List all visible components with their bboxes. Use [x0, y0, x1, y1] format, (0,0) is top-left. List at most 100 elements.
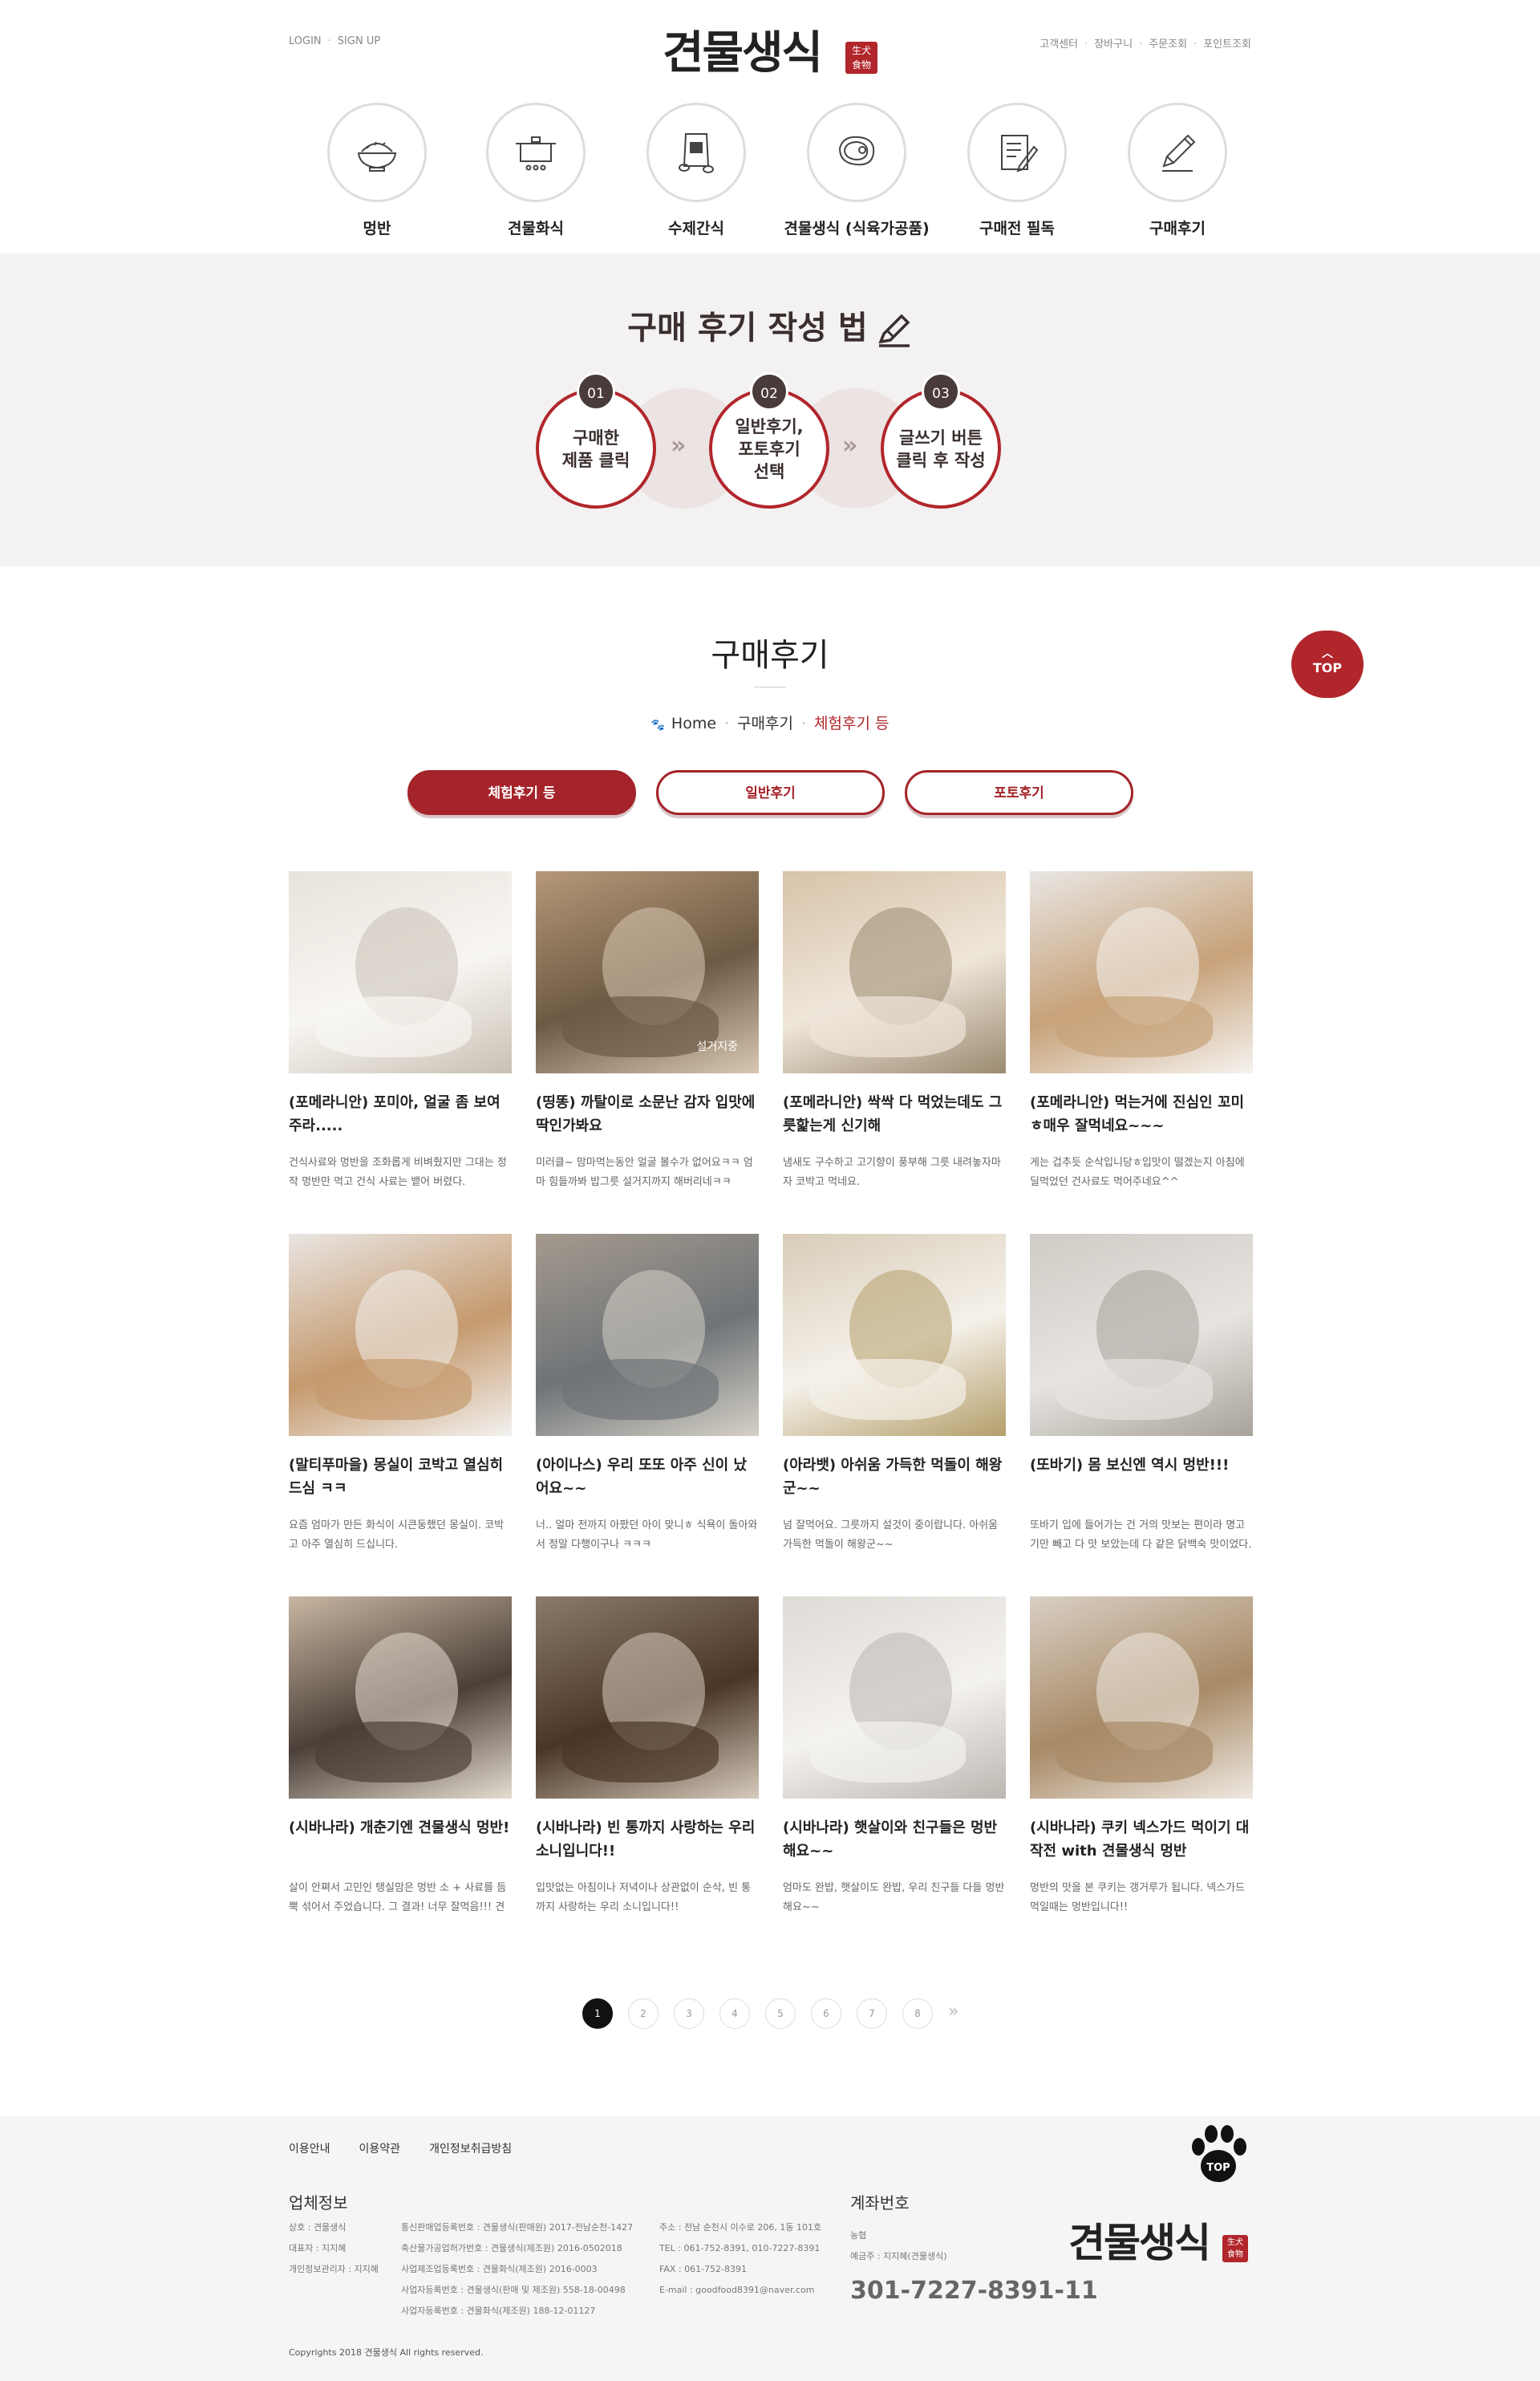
- category-raw-food[interactable]: 견물생식 (식육가공품): [784, 103, 930, 238]
- page-button[interactable]: 1: [582, 1998, 613, 2029]
- category-rice-bowl[interactable]: 멍반: [327, 103, 427, 238]
- page-button[interactable]: 8: [902, 1998, 933, 2029]
- review-thumbnail[interactable]: [536, 1596, 759, 1799]
- review-title[interactable]: (포메라니안) 먹는거에 진심인 꼬미ㅎ매우 잘먹네요~~~: [1030, 1091, 1253, 1138]
- review-title[interactable]: (아이나스) 우리 또또 아주 신이 났어요~~: [536, 1454, 759, 1500]
- howto-title: 구매 후기 작성 법: [0, 302, 1540, 348]
- review-excerpt: 또바기 입에 들어가는 건 거의 맛보는 편이라 명고기만 빼고 다 맛 보았는…: [1030, 1519, 1252, 1551]
- review-card[interactable]: (시바나라) 햇살이와 친구들은 멍반해요~~ 엄마도 완밥, 햇살이도 완밥, …: [783, 1596, 1006, 1917]
- breadcrumb-current[interactable]: 체험후기 등: [814, 715, 889, 732]
- login-link[interactable]: LOGIN: [289, 35, 322, 47]
- review-card[interactable]: (시바나라) 빈 통까지 사랑하는 우리 소니입니다!! 입맛없는 아침이나 저녁…: [536, 1596, 759, 1917]
- review-title[interactable]: (시바나라) 햇살이와 친구들은 멍반해요~~: [783, 1816, 1006, 1863]
- category-label: 견물화식: [508, 220, 564, 237]
- review-thumbnail[interactable]: [289, 1234, 512, 1436]
- util-cart[interactable]: 장바구니: [1094, 35, 1133, 51]
- paw-top-icon[interactable]: TOP: [1184, 2116, 1253, 2188]
- review-title[interactable]: (아라뱃) 아쉬움 가득한 먹돌이 해왕군~~: [783, 1454, 1006, 1500]
- review-excerpt: 건식사료와 멍반을 조화롭게 비벼줬지만 그대는 정작 멍반만 먹고 건식 사료…: [289, 1157, 507, 1188]
- review-excerpt: 요즘 엄마가 만든 화식이 시큰둥했던 몽실이. 코박고 아주 열심히 드십니다…: [289, 1519, 505, 1551]
- review-title[interactable]: (띵똥) 까탈이로 소문난 감자 입맛에 딱인가봐요: [536, 1091, 759, 1138]
- review-excerpt: 냄새도 구수하고 고기향이 풍부해 그릇 내려놓자마자 코박고 먹네요.: [783, 1157, 1001, 1188]
- util-order-lookup[interactable]: 주문조회: [1149, 35, 1187, 51]
- review-title[interactable]: (시바나라) 빈 통까지 사랑하는 우리 소니입니다!!: [536, 1816, 759, 1863]
- tab-experience-reviews[interactable]: 체험후기 등: [407, 770, 636, 815]
- review-title[interactable]: (시바나라) 개춘기엔 견물생식 멍반!: [289, 1816, 512, 1863]
- util-points-lookup[interactable]: 포인트조회: [1203, 35, 1251, 51]
- footer-links: 이용안내 이용약관 개인정보취급방침: [289, 2140, 541, 2156]
- howto-step-1: 01 구매한 제품 클릭: [536, 372, 656, 509]
- review-thumbnail[interactable]: [1030, 1596, 1253, 1799]
- review-card[interactable]: 설거지중 (띵똥) 까탈이로 소문난 감자 입맛에 딱인가봐요 미러클~ 맘마먹는동…: [536, 871, 759, 1192]
- review-excerpt: 입맛없는 아침이나 저녁이나 상관없이 순삭, 빈 통까지 사랑하는 우리 소니…: [536, 1882, 752, 1913]
- review-title[interactable]: (또바기) 몸 보신엔 역시 멍반!!!: [1030, 1454, 1253, 1500]
- category-must-read[interactable]: 구매전 필독: [967, 103, 1067, 238]
- tab-photo-reviews[interactable]: 포토후기: [905, 770, 1133, 815]
- review-howto-banner: 구매 후기 작성 법 01 구매한 제품 클릭 » 02 일반후기, 포토후기 선택 …: [0, 254, 1540, 566]
- review-excerpt: 너.. 얼마 전까지 아팠던 아이 맞니ㅎ 식욕이 돌아와서 정말 다행이구나 …: [536, 1519, 758, 1551]
- page-button[interactable]: 6: [811, 1998, 841, 2029]
- step-arrow-icon: »: [842, 432, 858, 460]
- review-excerpt: 엄마도 완밥, 햇살이도 완밥, 우리 친구들 다들 멍반해요~~: [783, 1882, 1005, 1913]
- review-thumbnail[interactable]: [289, 871, 512, 1073]
- thumbnail-caption: 설거지중: [696, 1040, 738, 1053]
- signup-link[interactable]: SIGN UP: [338, 35, 380, 47]
- review-thumbnail[interactable]: [536, 1234, 759, 1436]
- tab-general-reviews[interactable]: 일반후기: [656, 770, 885, 815]
- review-thumbnail[interactable]: [783, 871, 1006, 1073]
- account-number: 301-7227-8391-11: [850, 2277, 1098, 2305]
- breadcrumb-reviews[interactable]: 구매후기: [737, 715, 793, 732]
- edit-pencil-icon: [877, 314, 910, 347]
- review-title[interactable]: (포메라니안) 포미아, 얼굴 좀 보여주라.....: [289, 1091, 512, 1138]
- category-label: 멍반: [363, 220, 391, 237]
- review-excerpt: 살이 안쪄서 고민인 탱실맘은 멍반 소 + 사료를 듬뿍 섞어서 주었습니다.…: [289, 1882, 507, 1913]
- review-card[interactable]: (포메라니안) 먹는거에 진심인 꼬미ㅎ매우 잘먹네요~~~ 게는 겁추듯 순삭입…: [1030, 871, 1253, 1192]
- review-title[interactable]: (포메라니안) 싹싹 다 먹었는데도 그릇핥는게 신기해: [783, 1091, 1006, 1138]
- review-thumbnail[interactable]: 설거지중: [536, 871, 759, 1073]
- page-button[interactable]: 5: [765, 1998, 796, 2029]
- review-thumbnail[interactable]: [783, 1596, 1006, 1799]
- review-card[interactable]: (시바나라) 쿠키 넥스가드 먹이기 대작전 with 견물생식 멍반 멍반의 맛…: [1030, 1596, 1253, 1917]
- review-title[interactable]: (말티푸마을) 몽실이 코박고 열심히 드심 ㅋㅋ: [289, 1454, 512, 1500]
- footer-link-guide[interactable]: 이용안내: [289, 2143, 330, 2156]
- copyright: Copyrights 2018 견물생식 All rights reserved…: [289, 2347, 484, 2358]
- site-logo[interactable]: 견물생식 生犬 食物: [663, 21, 879, 85]
- review-card[interactable]: (포메라니안) 포미아, 얼굴 좀 보여주라..... 건식사료와 멍반을 조화롭…: [289, 871, 512, 1192]
- review-card[interactable]: (시바나라) 개춘기엔 견물생식 멍반! 살이 안쪄서 고민인 탱실맘은 멍반 소…: [289, 1596, 512, 1917]
- review-thumbnail[interactable]: [1030, 871, 1253, 1073]
- footer-logo: 견물생식 生犬 食物: [1068, 2213, 1253, 2274]
- category-handmade-snack[interactable]: 수제간식: [646, 103, 746, 238]
- site-header: LOGIN · SIGN UP 견물생식 生犬 食物 고객센터 · 장바구니 · 주문조회 · 포…: [0, 0, 1540, 254]
- page-button[interactable]: 3: [674, 1998, 704, 2029]
- logo-text: 견물생식: [663, 26, 823, 79]
- category-cooked-food[interactable]: 견물화식: [486, 103, 586, 238]
- company-heading: 업체정보: [289, 2193, 348, 2213]
- review-thumbnail[interactable]: [1030, 1234, 1253, 1436]
- category-label: 구매전 필독: [979, 220, 1055, 237]
- next-page-icon[interactable]: »: [948, 2002, 958, 2022]
- page-button[interactable]: 2: [628, 1998, 659, 2029]
- category-reviews[interactable]: 구매후기: [1128, 103, 1227, 238]
- review-title[interactable]: (시바나라) 쿠키 넥스가드 먹이기 대작전 with 견물생식 멍반: [1030, 1816, 1253, 1863]
- breadcrumb: 🐾 Home · 구매후기 · 체험후기 등: [650, 715, 890, 732]
- review-card[interactable]: (또바기) 몸 보신엔 역시 멍반!!! 또바기 입에 들어가는 건 거의 맛보는…: [1030, 1234, 1253, 1555]
- page-button[interactable]: 4: [719, 1998, 750, 2029]
- company-info-col1: 상호 : 견물생식 대표자 : 지지혜 개인정보관리자 : 지지혜: [289, 2222, 379, 2274]
- breadcrumb-home[interactable]: Home: [671, 715, 716, 732]
- page-button[interactable]: 7: [857, 1998, 887, 2029]
- review-card[interactable]: (말티푸마을) 몽실이 코박고 열심히 드심 ㅋㅋ 요즘 엄마가 만든 화식이 시…: [289, 1234, 512, 1555]
- review-card[interactable]: (아라뱃) 아쉬움 가득한 먹돌이 해왕군~~ 넘 잘먹어요. 그릇까지 설것이 …: [783, 1234, 1006, 1555]
- util-customer-center[interactable]: 고객센터: [1040, 35, 1078, 51]
- review-thumbnail[interactable]: [783, 1234, 1006, 1436]
- review-card[interactable]: (아이나스) 우리 또또 아주 신이 났어요~~ 너.. 얼마 전까지 아팠던 아…: [536, 1234, 759, 1555]
- utility-menu: 고객센터 · 장바구니 · 주문조회 · 포인트조회: [1040, 35, 1251, 51]
- footer-link-terms[interactable]: 이용약관: [359, 2143, 401, 2156]
- company-info-col2: 통신판매업등록번호 : 견물생식(판매원) 2017-전남순천-1427 축산물가…: [401, 2222, 634, 2316]
- cooking-pot-icon: [516, 136, 556, 171]
- chevron-up-icon: ︿: [1322, 647, 1333, 660]
- top-button[interactable]: ︿ TOP: [1291, 631, 1364, 698]
- category-label: 견물생식 (식육가공품): [784, 220, 930, 237]
- review-card[interactable]: (포메라니안) 싹싹 다 먹었는데도 그릇핥는게 신기해냄새도 구수하고 고기향…: [783, 871, 1006, 1192]
- footer-link-privacy[interactable]: 개인정보취급방침: [429, 2143, 512, 2156]
- review-thumbnail[interactable]: [289, 1596, 512, 1799]
